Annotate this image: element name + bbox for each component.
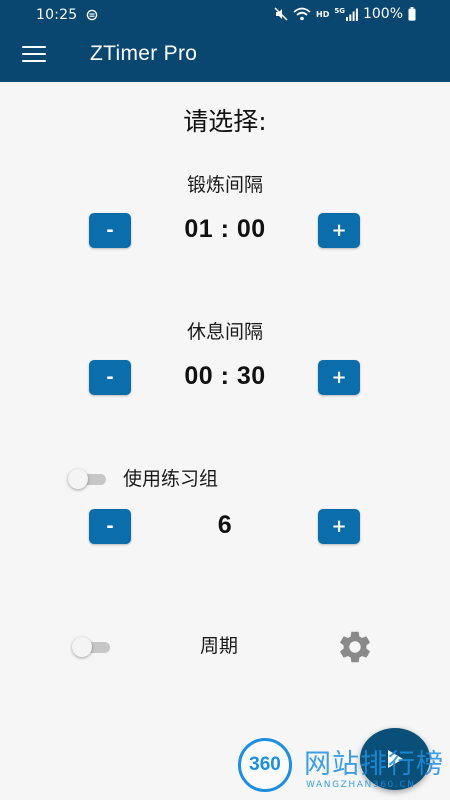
sets-toggle-label: 使用练习组 — [123, 468, 219, 490]
mute-icon — [274, 7, 288, 21]
battery-percentage: 100% — [362, 6, 403, 22]
gear-icon[interactable] — [336, 628, 374, 666]
sets-decrement-button[interactable]: - — [89, 509, 131, 544]
rest-interval-label: 休息间隔 — [186, 321, 263, 343]
signal-label: 5G — [334, 7, 345, 15]
wifi-icon — [293, 7, 311, 21]
cycle-toggle-thumb — [72, 637, 92, 657]
sets-increment-button[interactable]: + — [318, 509, 360, 544]
status-indicators: HD 5G 100% — [274, 6, 416, 22]
status-bar: 10:25 HD 5G 100% — [0, 0, 450, 32]
cycle-toggle[interactable] — [72, 637, 112, 657]
network-type-label: HD — [316, 9, 330, 19]
watermark-logo: 360 — [238, 738, 292, 792]
page-title: 请选择: — [183, 107, 267, 136]
workout-decrement-button[interactable]: - — [89, 213, 131, 248]
app-title: ZTimer Pro — [90, 42, 198, 65]
rest-interval-value: 00 : 30 — [184, 362, 266, 390]
workout-increment-button[interactable]: + — [318, 213, 360, 248]
top-bar: 10:25 HD 5G 100% ZTimer Pro — [0, 0, 450, 82]
workout-interval-value: 01 : 00 — [184, 215, 266, 243]
sim-icon — [86, 9, 98, 21]
app-bar: ZTimer Pro — [0, 32, 450, 82]
sets-toggle[interactable] — [68, 469, 108, 489]
rest-increment-button[interactable]: + — [318, 360, 360, 395]
status-time: 10:25 — [36, 7, 78, 23]
app-screen: 10:25 HD 5G 100% ZTimer Pro 请选择: 锻炼间隔 - … — [0, 0, 450, 800]
play-icon — [388, 750, 403, 768]
battery-icon — [408, 7, 416, 21]
workout-interval-label: 锻炼间隔 — [186, 174, 263, 196]
sets-toggle-thumb — [68, 469, 88, 489]
cycle-toggle-label: 周期 — [200, 635, 239, 657]
start-fab-button[interactable] — [360, 728, 430, 790]
sets-value: 6 — [217, 511, 233, 539]
signal-icon — [345, 8, 358, 21]
menu-button[interactable] — [22, 44, 48, 66]
rest-decrement-button[interactable]: - — [89, 360, 131, 395]
